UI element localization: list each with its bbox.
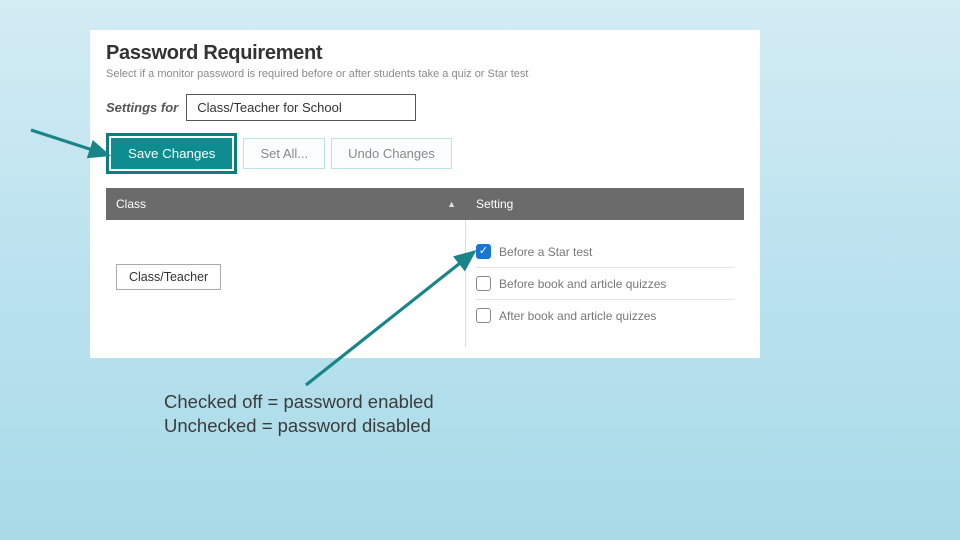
undo-changes-button[interactable]: Undo Changes <box>331 138 452 169</box>
settings-for-row: Settings for Class/Teacher for School <box>106 94 744 121</box>
caption-line-2: Unchecked = password disabled <box>164 414 434 438</box>
page-subtitle: Select if a monitor password is required… <box>106 68 744 80</box>
option-after-quizzes: After book and article quizzes <box>476 299 734 329</box>
option-before-star: ✓ Before a Star test <box>476 238 734 265</box>
button-row: Save Changes Set All... Undo Changes <box>106 133 744 174</box>
sort-ascending-icon: ▲ <box>447 199 456 209</box>
page-title: Password Requirement <box>106 42 744 65</box>
settings-panel: Password Requirement Select if a monitor… <box>90 30 760 358</box>
option-after-quizzes-label: After book and article quizzes <box>499 309 656 323</box>
settings-for-select[interactable]: Class/Teacher for School <box>186 94 416 121</box>
highlight-save: Save Changes <box>106 133 237 174</box>
table-body: Class/Teacher ✓ Before a Star test Befor… <box>106 220 744 347</box>
table-header: Class ▲ Setting <box>106 188 744 220</box>
set-all-button[interactable]: Set All... <box>243 138 325 169</box>
option-before-star-label: Before a Star test <box>499 245 592 259</box>
cell-class: Class/Teacher <box>106 220 466 347</box>
column-header-setting: Setting <box>466 188 744 220</box>
caption-line-1: Checked off = password enabled <box>164 390 434 414</box>
save-changes-button[interactable]: Save Changes <box>111 138 232 169</box>
settings-for-label: Settings for <box>106 100 178 115</box>
column-header-class[interactable]: Class ▲ <box>106 188 466 220</box>
column-header-class-label: Class <box>116 197 146 211</box>
annotation-caption: Checked off = password enabled Unchecked… <box>164 390 434 438</box>
checkbox-before-quizzes[interactable] <box>476 276 491 291</box>
checkbox-before-star[interactable]: ✓ <box>476 244 491 259</box>
option-before-quizzes: Before book and article quizzes <box>476 267 734 297</box>
class-teacher-label: Class/Teacher <box>116 264 221 290</box>
cell-setting: ✓ Before a Star test Before book and art… <box>466 220 744 347</box>
option-before-quizzes-label: Before book and article quizzes <box>499 277 666 291</box>
checkbox-after-quizzes[interactable] <box>476 308 491 323</box>
